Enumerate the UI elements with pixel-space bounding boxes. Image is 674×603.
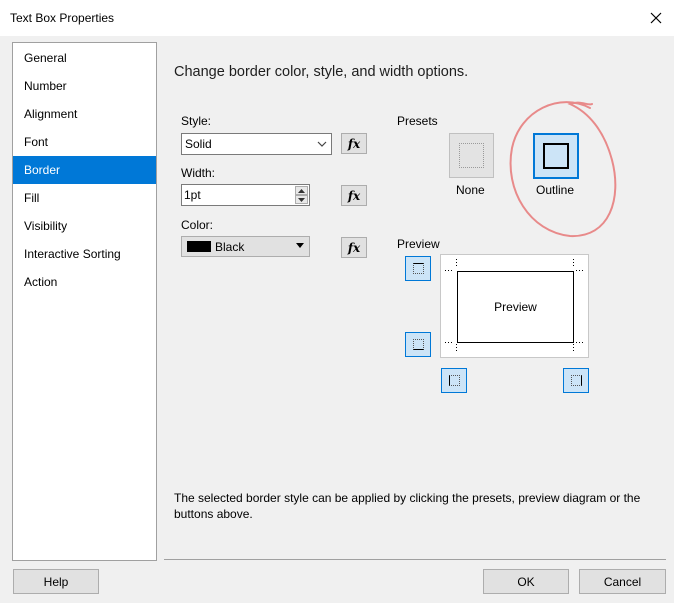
color-picker[interactable]: Black: [181, 236, 310, 257]
border-right-icon: [571, 375, 582, 386]
nav-item-alignment[interactable]: Alignment: [13, 100, 156, 128]
title-bar: Text Box Properties: [0, 0, 674, 36]
preset-outline-label: Outline: [536, 183, 575, 197]
nav-item-border[interactable]: Border: [13, 156, 156, 184]
width-expression-button[interactable]: fx: [341, 185, 367, 206]
style-label: Style:: [181, 114, 212, 128]
color-label: Color:: [181, 218, 214, 232]
color-swatch: [187, 241, 211, 252]
fx-icon: fx: [347, 188, 361, 203]
preset-none-button[interactable]: [449, 133, 494, 178]
style-dropdown[interactable]: Solid: [181, 133, 332, 155]
border-left-icon: [449, 375, 460, 386]
presets-label: Presets: [397, 114, 438, 128]
color-value: Black: [215, 240, 245, 254]
ok-button[interactable]: OK: [483, 569, 569, 594]
arrow-down-icon: [298, 197, 305, 202]
hint-text: The selected border style can be applied…: [174, 491, 641, 521]
footer-separator: [164, 559, 666, 560]
right-border-button[interactable]: [563, 368, 589, 393]
close-icon: [650, 12, 662, 24]
nav-item-action[interactable]: Action: [13, 268, 156, 296]
preset-outline-button[interactable]: [533, 133, 579, 179]
dropdown-arrow-icon: [296, 243, 304, 248]
width-value: 1pt: [184, 188, 201, 202]
width-increase-button[interactable]: [295, 186, 308, 195]
page-heading: Change border color, style, and width op…: [174, 64, 469, 80]
category-list: General Number Alignment Font Border Fil…: [12, 42, 157, 561]
close-button[interactable]: [646, 8, 666, 28]
preview-text: Preview: [494, 300, 537, 314]
width-label: Width:: [181, 166, 216, 180]
nav-item-font[interactable]: Font: [13, 128, 156, 156]
border-preview[interactable]: Preview: [440, 254, 589, 358]
top-border-button[interactable]: [405, 256, 431, 281]
preview-box: Preview: [457, 271, 574, 343]
style-expression-button[interactable]: fx: [341, 133, 367, 154]
nav-item-visibility[interactable]: Visibility: [13, 212, 156, 240]
arrow-up-icon: [298, 188, 305, 193]
chevron-down-icon: [317, 141, 327, 147]
preset-none-label: None: [456, 183, 485, 197]
nav-item-general[interactable]: General: [13, 44, 156, 72]
width-stepper[interactable]: 1pt: [181, 184, 310, 206]
fx-icon: fx: [347, 136, 361, 151]
color-expression-button[interactable]: fx: [341, 237, 367, 258]
cancel-button[interactable]: Cancel: [579, 569, 666, 594]
no-border-icon: [459, 143, 484, 168]
nav-item-interactive-sorting[interactable]: Interactive Sorting: [13, 240, 156, 268]
outline-border-icon: [543, 143, 569, 169]
window-title: Text Box Properties: [10, 11, 115, 25]
nav-item-fill[interactable]: Fill: [13, 184, 156, 212]
left-border-button[interactable]: [441, 368, 467, 393]
border-bottom-icon: [413, 339, 424, 350]
fx-icon: fx: [347, 240, 361, 255]
border-top-icon: [413, 263, 424, 274]
bottom-border-button[interactable]: [405, 332, 431, 357]
style-value: Solid: [185, 137, 212, 151]
width-decrease-button[interactable]: [295, 195, 308, 204]
help-button[interactable]: Help: [13, 569, 99, 594]
preview-label: Preview: [397, 237, 440, 251]
nav-item-number[interactable]: Number: [13, 72, 156, 100]
